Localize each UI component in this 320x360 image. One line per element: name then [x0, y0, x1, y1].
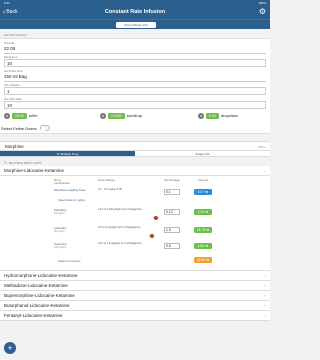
single-cri-tab[interactable]: Single CRI [135, 151, 270, 156]
drug-combo-row[interactable]: Methadone-Lidocaine-Ketamine › [0, 280, 270, 291]
drug-concentration: 100 mg/ml [54, 245, 67, 249]
select-dose-link[interactable]: Select Dose In mg/kg [58, 198, 85, 202]
drop-icon: ● [198, 112, 204, 119]
chevron-right-icon: › [264, 312, 266, 319]
table-row: Ketamine 100 mg/ml 0.12 to 1.2mg/kg/hr (… [54, 242, 266, 254]
volume-badge: 18.75 ml [194, 226, 212, 233]
chevron-right-icon: › [264, 282, 266, 289]
weight-panel: Pounds 22.05 Kilograms 10 Set Fluid Size… [0, 38, 270, 134]
drug-combo-row[interactable]: Hydromorphone-Lidocaine-Ketamine › [0, 270, 270, 281]
ml-kg-hr-field[interactable]: 1 [4, 87, 266, 95]
kilograms-field[interactable]: 10 [4, 59, 266, 67]
rate-unit: ml/hr [28, 113, 38, 118]
gear-icon[interactable]: ⚙ [259, 8, 266, 16]
status-time: 9:41 [4, 1, 10, 5]
feline-doses-row: Select Feline Doses [0, 123, 270, 133]
drop-icon: ● [100, 112, 106, 119]
drug-combo-row[interactable]: Butorphanol-Lidocaine-Ketamine › [0, 300, 270, 311]
battery-indicator: 100% [258, 1, 266, 5]
feline-doses-toggle[interactable] [39, 125, 50, 132]
cri-label: CRI's [257, 144, 265, 149]
total-volume-badge: 22.65 ml [194, 256, 212, 263]
dose-range: 0.6 to 3 mg/kg/hr (10 to 50ug/kg/min) [98, 225, 141, 229]
combo-label: Hydromorphone-Lidocaine-Ketamine [4, 272, 78, 278]
combo-label: Buprenorphine-Lidocaine-Ketamine [4, 292, 75, 298]
sub-bar: Show Patient Info [0, 19, 270, 29]
chevron-right-icon: › [264, 272, 266, 279]
rate-value: 10.00 [12, 112, 27, 119]
combo-label: Methadone-Lidocaine-Ketamine [4, 282, 68, 288]
drip-rate-field[interactable]: 10 [4, 100, 266, 109]
rate-unit: sec/drop [126, 113, 143, 118]
table-row: Morphine Loading Dose 0.1 - 0.5 mg/kg IV… [54, 188, 266, 200]
concentration-header: Concentration [54, 181, 71, 185]
expanded-drug-combo[interactable]: Morphine-Lidocaine-Ketamine ⌄ [0, 165, 270, 176]
add-button[interactable]: + [4, 342, 16, 354]
toggle-knob [40, 126, 47, 132]
rate-value: 0.0333 [108, 112, 125, 119]
dosage-input[interactable]: 0.1 [164, 188, 180, 195]
combo-label: Morphine-Lidocaine-Ketamine [4, 167, 65, 173]
dose-range: 0.1 - 0.5 mg/kg IV IM [98, 187, 123, 191]
nav-bar: ‹ Back Constant Rate Infusion ⚙ [0, 6, 270, 19]
morphine-label: Morphine [5, 143, 24, 149]
multiple-drug-label: MULTIPLE DRUG CRI'S [8, 160, 42, 165]
combo-label: Fentanyl-Lidocaine-Ketamine [4, 312, 63, 318]
rate-drops-sec: ● 0.03 drops/sec [198, 112, 239, 119]
morphine-row[interactable]: Morphine CRI's [0, 140, 270, 151]
volume-to-remove-link[interactable]: Volume to remove [58, 259, 81, 263]
chevron-right-icon: › [264, 302, 266, 309]
pounds-field[interactable]: 22.05 [4, 45, 266, 54]
drug-combo-row[interactable]: Buprenorphine-Lidocaine-Ketamine › [0, 290, 270, 301]
drug-name[interactable]: Morphine Loading Dose [54, 188, 86, 192]
dosage-input[interactable]: 0.12 [164, 208, 180, 215]
volume-badge: 1.50 ml [194, 242, 212, 249]
volume-badge: 0.07 ml [194, 188, 212, 195]
chevron-right-icon: › [264, 292, 266, 299]
fluid-size-field[interactable]: 250 ml Bag [4, 73, 266, 82]
volume-header: Volume [198, 177, 209, 182]
checklist-icon: ☰ [4, 160, 7, 165]
combo-label: Butorphanol-Lidocaine-Ketamine [4, 302, 70, 308]
show-patient-info-button[interactable]: Show Patient Info [116, 21, 156, 28]
feline-doses-label: Select Feline Doses [1, 125, 37, 131]
rate-value: 0.03 [206, 112, 219, 119]
table-row: Lidocaine 20 mg/ml 0.6 to 3 mg/kg/hr (10… [54, 226, 266, 238]
dosage-input[interactable]: 1.5 [164, 226, 180, 233]
drop-icon: ● [4, 112, 10, 119]
drug-concentration: 15 mg/ml [54, 211, 65, 215]
entered-weight-header: ENTER WEIGHT [0, 29, 270, 38]
dose-range: 0.12 to 1.2mg/kg/hr (2 to 20ug/kg/min) [98, 241, 142, 245]
dose-range-header: Dose Range [98, 177, 115, 182]
drug-table: Drug Concentration Dose Range Set Dosage… [0, 175, 270, 271]
volume-badge: 2.40 ml [194, 208, 212, 215]
dosage-input[interactable]: 0.6 [164, 242, 180, 249]
drug-combo-row[interactable]: Fentanyl-Lidocaine-Ketamine › [0, 310, 270, 321]
rate-sec-drop: ● 0.0333 sec/drop [100, 112, 143, 119]
drug-concentration: 20 mg/ml [54, 229, 65, 233]
set-dosage-header: Set Dosage [164, 177, 180, 182]
chevron-down-icon: ⌄ [262, 167, 266, 173]
rates-row: ● 10.00 ml/hr ● 0.0333 sec/drop ● 0.03 d… [0, 108, 270, 124]
multiple-drug-header: ☰ MULTIPLE DRUG CRI'S [0, 157, 270, 166]
page-title: Constant Rate Infusion [104, 9, 166, 15]
rate-ml-hr: ● 10.00 ml/hr [4, 112, 38, 119]
dose-range: 0.12 to 0.36mg/kg/hr (2 to 6ug/kg/min) [98, 207, 142, 211]
table-row: Morphine 15 mg/ml 0.12 to 0.36mg/kg/hr (… [54, 208, 266, 220]
rate-unit: drops/sec [220, 113, 239, 118]
